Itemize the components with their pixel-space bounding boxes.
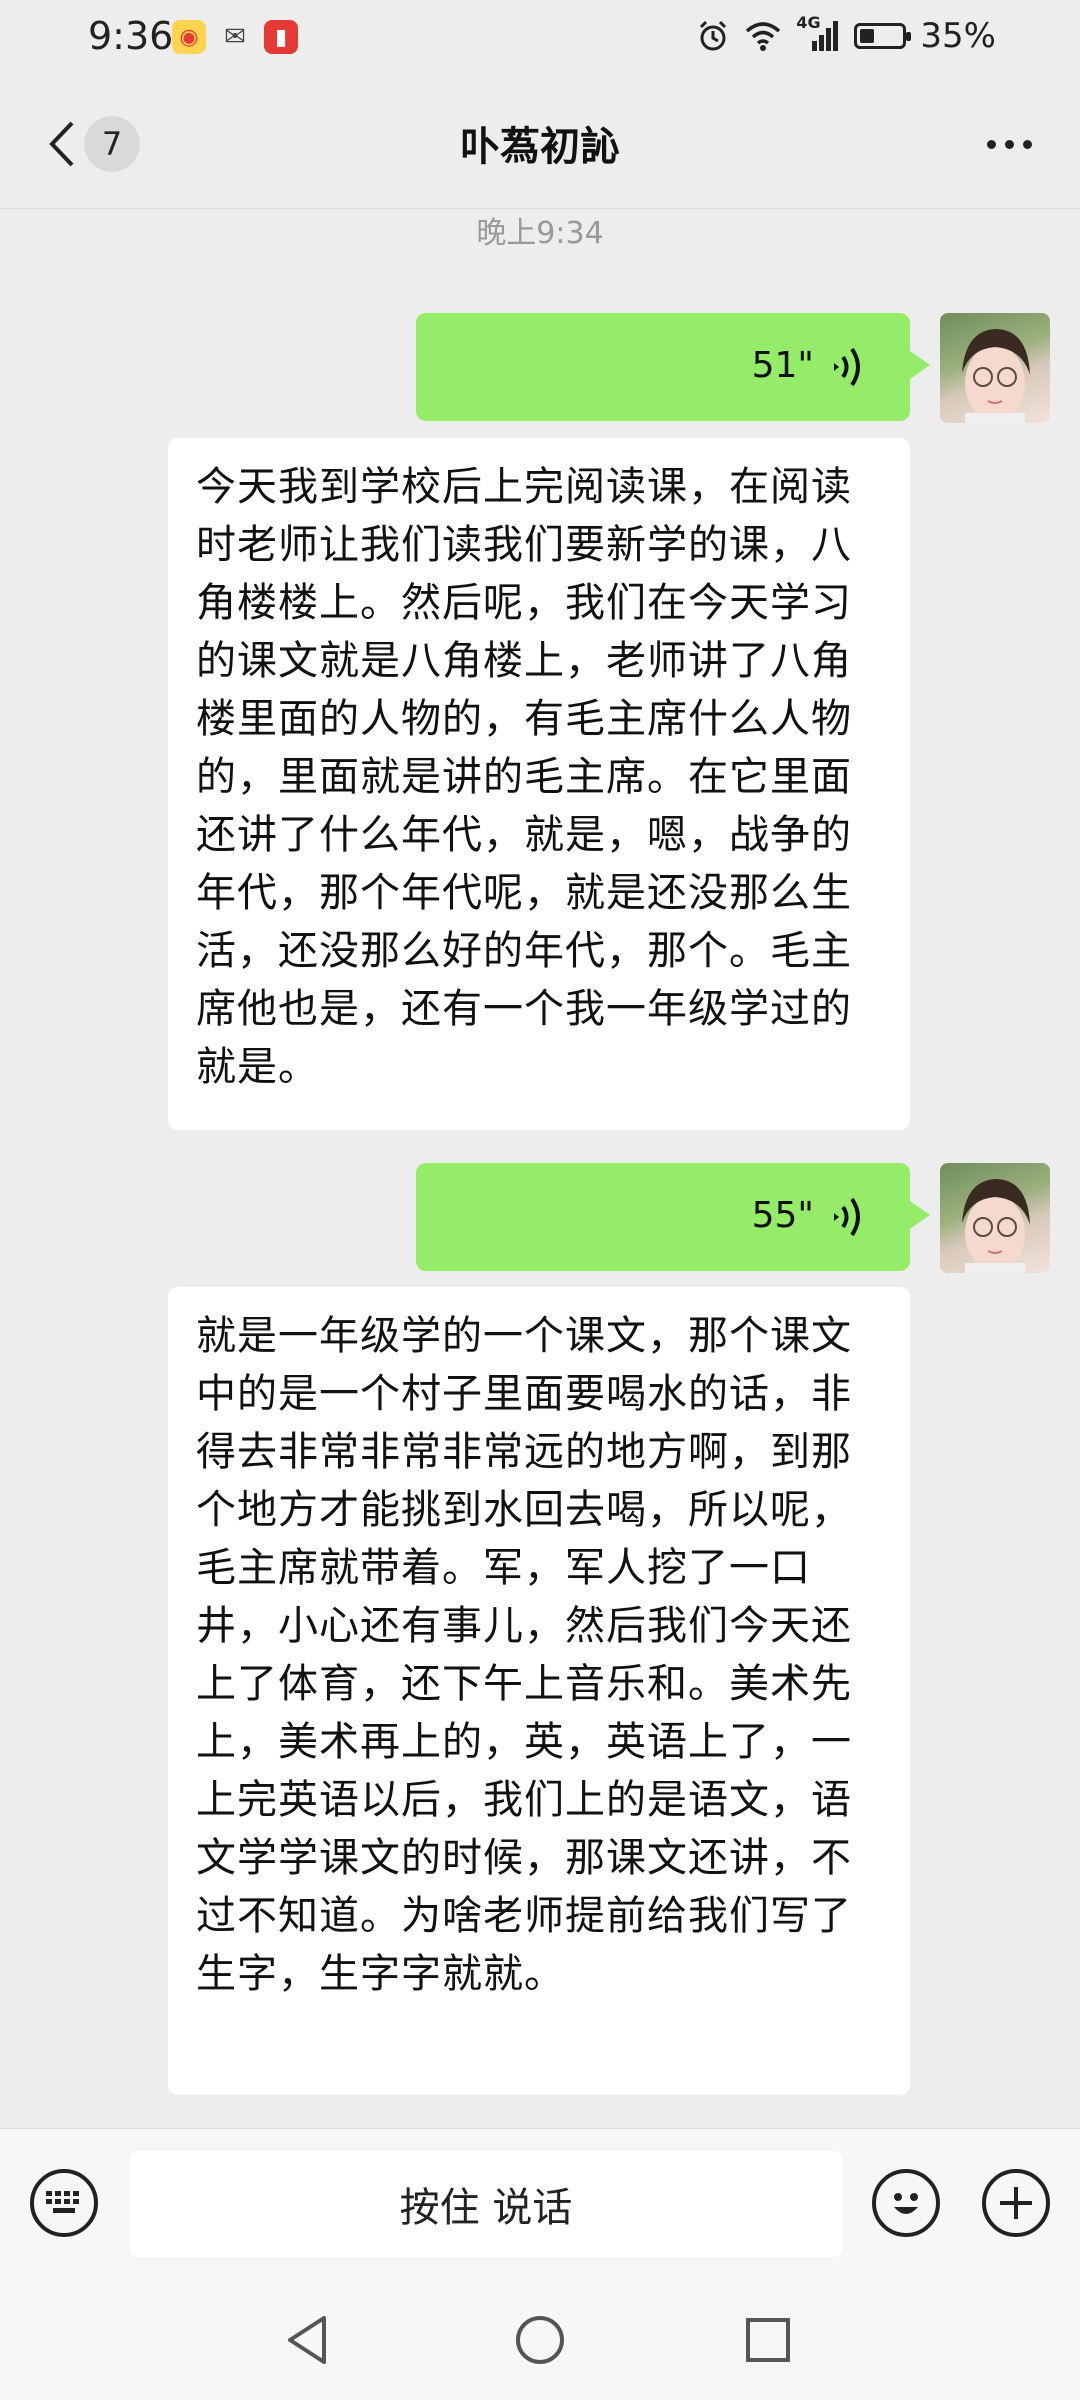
ellipsis-dot (1004, 139, 1014, 149)
keyboard-icon (46, 2191, 79, 2213)
input-bar: 按住 说话 (0, 2128, 1080, 2277)
notification-icons: ◉ ✉ ▮ (172, 20, 298, 54)
voice-wave-icon (834, 1197, 860, 1237)
alarm-icon (700, 20, 727, 51)
battery-level (860, 29, 875, 43)
chat-header: 7 卟蒍初訫 (0, 80, 1080, 209)
home-circle-icon[interactable] (514, 2314, 566, 2366)
plus-icon (1000, 2187, 1032, 2219)
status-time: 9:36 (88, 14, 174, 58)
wechat-icon: ✉ (218, 20, 252, 54)
my-avatar[interactable] (940, 1163, 1050, 1273)
voice-message[interactable]: 55" (416, 1163, 930, 1271)
ellipsis-icon (986, 139, 996, 149)
red-book-icon: ▮ (264, 20, 298, 54)
status-bar: 9:36 ◉ ✉ ▮ 4G 35% (0, 0, 1080, 80)
voice-message[interactable]: 51" (416, 313, 930, 421)
voice-duration: 55" (751, 1195, 814, 1236)
text-message[interactable]: 就是一年级学的一个课文，那个课文中的是一个村子里面要喝水的话，非得去非常非常非常… (168, 1287, 910, 2095)
battery-icon (854, 23, 912, 49)
recents-square-icon[interactable] (744, 2316, 792, 2364)
emoji-button[interactable] (872, 2169, 940, 2237)
chat-title: 卟蒍初訫 (460, 124, 620, 170)
system-navigation-bar (0, 2276, 1080, 2400)
voice-duration: 51" (751, 345, 814, 386)
text-message[interactable]: 今天我到学校后上完阅读课，在阅读时老师让我们读我们要新学的课，八角楼楼上。然后呢… (168, 438, 910, 1130)
system-icons: 4G 35% (696, 13, 996, 56)
add-button[interactable] (982, 2169, 1050, 2237)
wifi-icon (746, 22, 781, 51)
weibo-icon: ◉ (172, 20, 206, 54)
my-avatar[interactable] (940, 313, 1050, 423)
emoji-icon (894, 2193, 918, 2214)
keyboard-button[interactable] (30, 2169, 98, 2237)
hold-to-talk-button[interactable]: 按住 说话 (130, 2151, 842, 2257)
signal-icon: 4G (796, 13, 840, 53)
battery-percent: 35% (920, 16, 996, 56)
back-triangle-icon[interactable] (284, 2314, 332, 2366)
ellipsis-dot (1022, 139, 1032, 149)
voice-wave-icon (834, 347, 860, 387)
more-button[interactable] (974, 116, 1044, 172)
message-timestamp: 晚上9:34 (476, 216, 604, 251)
